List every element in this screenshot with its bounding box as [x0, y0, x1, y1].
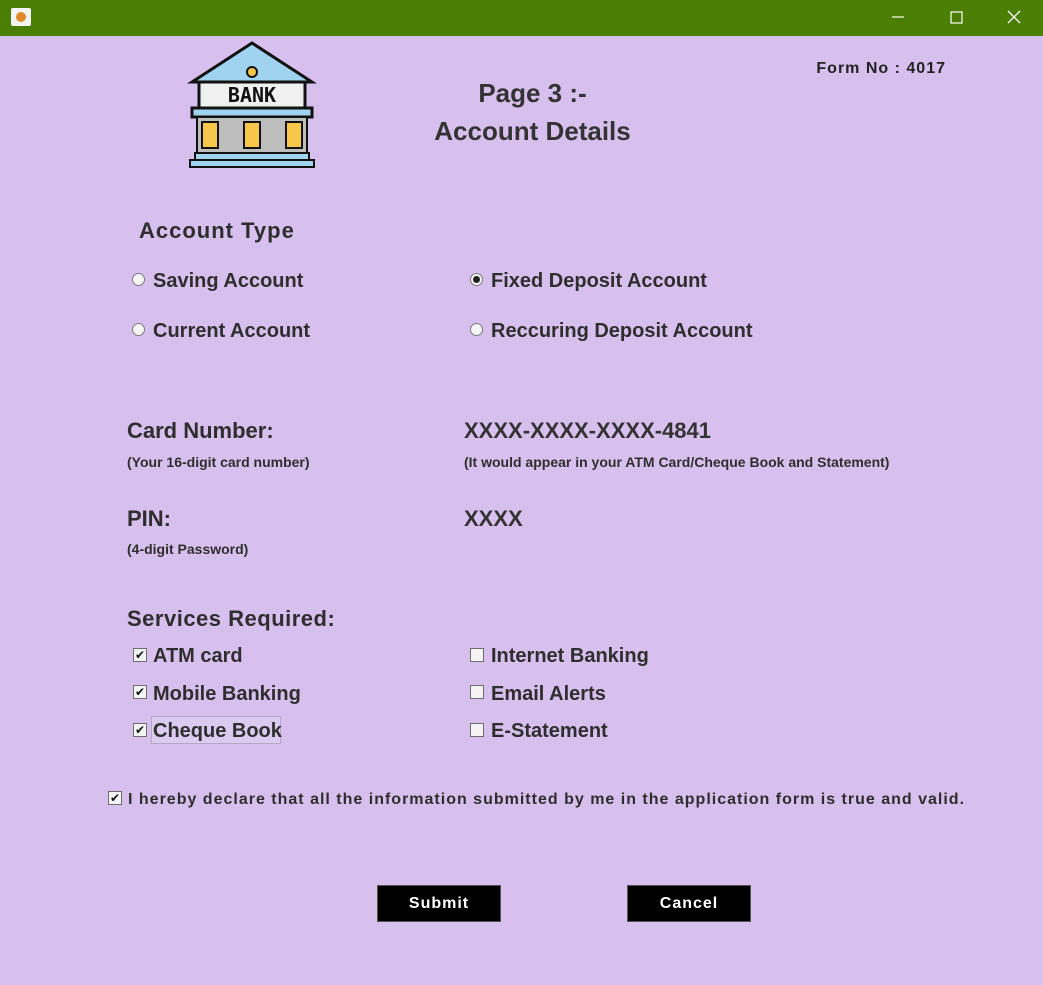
pin-hint: (4-digit Password) — [127, 541, 249, 557]
checkbox-declaration[interactable]: ✔ — [108, 791, 122, 805]
card-number-hint: (Your 16-digit card number) — [127, 454, 310, 470]
svg-text:BANK: BANK — [228, 83, 276, 107]
checkbox-cheque-book[interactable]: ✔ — [133, 723, 147, 737]
radio-label-fixed-deposit-account[interactable]: Fixed Deposit Account — [491, 270, 707, 293]
radio-label-current-account[interactable]: Current Account — [153, 320, 310, 343]
card-number-label: Card Number: — [127, 418, 274, 443]
page-subtitle: Account Details — [434, 116, 631, 146]
radio-fixed-deposit-account[interactable] — [470, 273, 483, 286]
form-number: Form No : 4017 — [816, 60, 946, 77]
checkbox-label-mobile-banking[interactable]: Mobile Banking — [153, 683, 301, 706]
checkbox-label-internet-banking[interactable]: Internet Banking — [491, 645, 649, 668]
card-number-value-hint: (It would appear in your ATM Card/Cheque… — [464, 454, 890, 470]
account-type-heading: Account Type — [139, 218, 295, 243]
checkbox-e-statement[interactable] — [470, 723, 484, 737]
window-titlebar[interactable] — [0, 0, 1043, 36]
checkbox-internet-banking[interactable] — [470, 648, 484, 662]
checkbox-email-alerts[interactable] — [470, 685, 484, 699]
close-button[interactable] — [985, 0, 1043, 36]
minimize-button[interactable] — [869, 0, 927, 36]
bank-logo-icon: BANK — [187, 41, 317, 168]
pin-value: XXXX — [464, 506, 523, 531]
maximize-button[interactable] — [927, 0, 985, 36]
close-icon — [1007, 10, 1021, 24]
radio-label-saving-account[interactable]: Saving Account — [153, 270, 303, 293]
cancel-button[interactable]: Cancel — [627, 885, 751, 922]
card-number-value: XXXX-XXXX-XXXX-4841 — [464, 418, 712, 443]
radio-recurring-deposit-account[interactable] — [470, 323, 483, 336]
checkbox-label-cheque-book[interactable]: Cheque Book — [153, 720, 282, 743]
page-title: Page 3 :- — [478, 78, 587, 108]
radio-current-account[interactable] — [132, 323, 145, 336]
minimize-icon — [892, 16, 904, 18]
submit-button[interactable]: Submit — [377, 885, 501, 922]
radio-label-recurring-deposit-account[interactable]: Reccuring Deposit Account — [491, 320, 753, 343]
services-heading: Services Required: — [127, 606, 336, 631]
checkbox-label-atm-card[interactable]: ATM card — [153, 645, 243, 668]
checkbox-label-e-statement[interactable]: E-Statement — [491, 720, 608, 743]
java-app-icon — [11, 8, 31, 26]
declaration-text[interactable]: I hereby declare that all the informatio… — [128, 791, 965, 809]
pin-label: PIN: — [127, 506, 171, 531]
maximize-icon — [950, 11, 963, 24]
checkbox-atm-card[interactable]: ✔ — [133, 648, 147, 662]
checkbox-label-email-alerts[interactable]: Email Alerts — [491, 683, 606, 706]
checkbox-mobile-banking[interactable]: ✔ — [133, 685, 147, 699]
radio-saving-account[interactable] — [132, 273, 145, 286]
